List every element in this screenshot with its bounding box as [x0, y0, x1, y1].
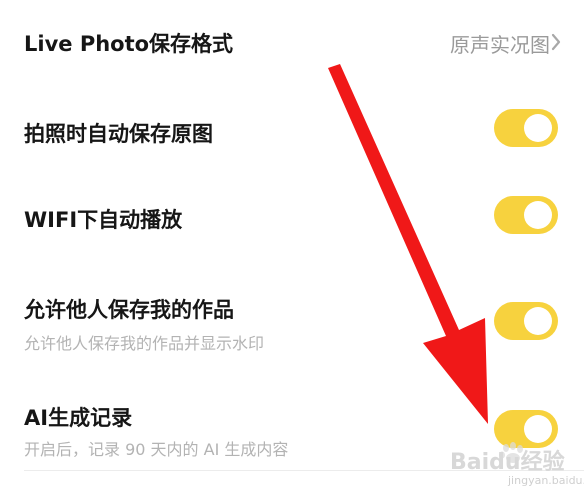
wifi-autoplay-toggle[interactable]: [494, 196, 558, 234]
auto-save-original-toggle[interactable]: [494, 109, 558, 147]
setting-title: 允许他人保存我的作品: [24, 298, 234, 322]
watermark-brand: Baidu经验: [450, 450, 565, 475]
setting-row-auto-save-original: 拍照时自动保存原图: [0, 86, 584, 174]
toggle-knob: [524, 201, 552, 229]
setting-title: 拍照时自动保存原图: [24, 122, 213, 146]
setting-subtitle: 开启后，记录 90 天内的 AI 生成内容: [24, 440, 289, 459]
toggle-knob: [524, 307, 552, 335]
setting-title: Live Photo保存格式: [24, 32, 234, 56]
setting-subtitle: 允许他人保存我的作品并显示水印: [24, 334, 265, 353]
toggle-knob: [524, 114, 552, 142]
setting-row-wifi-autoplay: WIFI下自动播放: [0, 174, 584, 264]
chevron-right-icon: [551, 33, 561, 51]
watermark-url: jingyan.baidu.com: [508, 474, 584, 487]
setting-title: WIFI下自动播放: [24, 208, 183, 232]
setting-row-live-photo-format[interactable]: Live Photo保存格式 原声实况图: [0, 0, 584, 86]
toggle-knob: [524, 415, 552, 443]
allow-save-works-toggle[interactable]: [494, 302, 558, 340]
setting-title: AI生成记录: [24, 406, 133, 430]
setting-row-allow-save-works: 允许他人保存我的作品 允许他人保存我的作品并显示水印: [0, 264, 584, 374]
setting-current-value: 原声实况图: [450, 33, 550, 57]
